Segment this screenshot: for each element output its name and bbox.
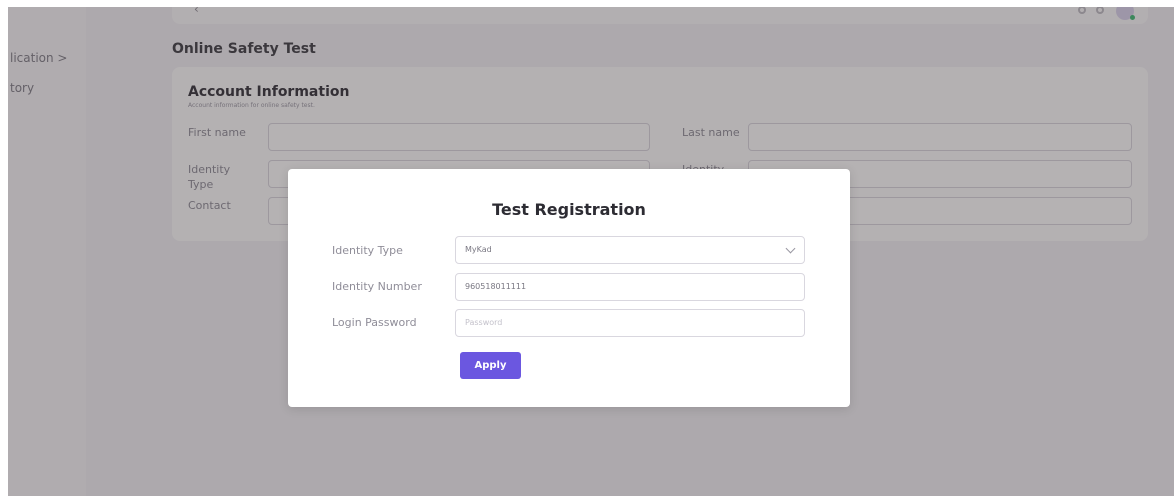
identity-number-label: Identity Number — [332, 280, 422, 293]
modal-title: Test Registration — [492, 200, 646, 219]
identity-type-value: MyKad — [465, 245, 492, 254]
chevron-down-icon — [785, 243, 796, 254]
password-placeholder: Password — [465, 318, 503, 327]
identity-type-label: Identity Type — [332, 244, 403, 257]
identity-number-input[interactable]: 960518011111 — [455, 273, 805, 301]
login-password-input[interactable]: Password — [455, 309, 805, 337]
identity-type-select[interactable]: MyKad — [455, 236, 805, 264]
apply-button[interactable]: Apply — [460, 352, 521, 379]
top-edge — [0, 0, 1174, 7]
left-edge — [0, 0, 8, 496]
login-password-label: Login Password — [332, 316, 417, 329]
test-registration-modal: Test Registration Identity Type MyKad Id… — [288, 169, 850, 407]
identity-number-value: 960518011111 — [465, 282, 527, 291]
